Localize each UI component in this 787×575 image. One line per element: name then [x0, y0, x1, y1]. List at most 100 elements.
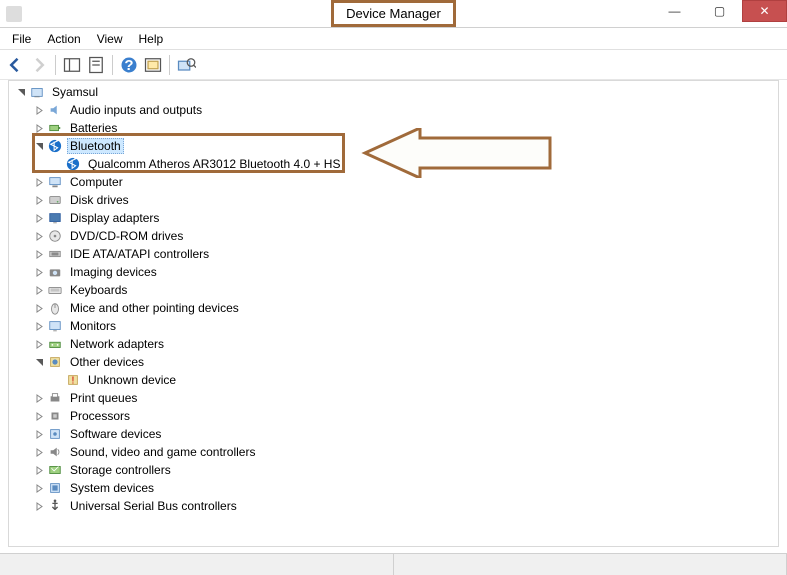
expand-collapse-icon[interactable]	[33, 464, 45, 476]
tree-category-bluetooth[interactable]: Bluetooth	[9, 137, 778, 155]
tree-category-imaging[interactable]: Imaging devices	[9, 263, 778, 281]
monitor-icon	[47, 318, 63, 334]
tree-device-unknown[interactable]: ! Unknown device	[9, 371, 778, 389]
forward-button[interactable]	[28, 54, 50, 76]
expand-collapse-icon[interactable]	[33, 140, 45, 152]
svg-text:!: !	[72, 375, 75, 387]
tree-category-monitor[interactable]: Monitors	[9, 317, 778, 335]
minimize-button[interactable]: —	[652, 0, 697, 22]
expand-collapse-icon[interactable]	[33, 176, 45, 188]
unknown-icon: !	[65, 372, 81, 388]
window-controls: — ▢ ✕	[652, 0, 787, 22]
properties-button[interactable]	[85, 54, 107, 76]
expand-collapse-icon[interactable]	[15, 86, 27, 98]
show-hide-console-tree-button[interactable]	[61, 54, 83, 76]
expand-collapse-icon[interactable]	[33, 500, 45, 512]
imaging-icon	[47, 264, 63, 280]
scan-hardware-button[interactable]	[175, 54, 197, 76]
tree-node-label: Software devices	[67, 426, 164, 442]
expand-collapse-icon[interactable]	[33, 230, 45, 242]
tree-device-bluetooth[interactable]: Qualcomm Atheros AR3012 Bluetooth 4.0 + …	[9, 155, 778, 173]
sound-icon	[47, 444, 63, 460]
tree-category-keyboard[interactable]: Keyboards	[9, 281, 778, 299]
bluetooth-icon	[65, 156, 81, 172]
menu-file[interactable]: File	[4, 30, 39, 48]
menu-help[interactable]: Help	[131, 30, 172, 48]
tree-root[interactable]: Syamsul	[9, 83, 778, 101]
tree-category-network[interactable]: Network adapters	[9, 335, 778, 353]
tree-category-software[interactable]: Software devices	[9, 425, 778, 443]
tree-category-battery[interactable]: Batteries	[9, 119, 778, 137]
expand-collapse-icon[interactable]	[33, 356, 45, 368]
expand-collapse-icon[interactable]	[33, 428, 45, 440]
computer-icon	[47, 174, 63, 190]
tree-node-label: Display adapters	[67, 210, 162, 226]
tree-category-audio[interactable]: Audio inputs and outputs	[9, 101, 778, 119]
tree-node-label: System devices	[67, 480, 157, 496]
toolbar: ?	[0, 50, 787, 80]
tree-node-label: Audio inputs and outputs	[67, 102, 205, 118]
tree-category-usb[interactable]: Universal Serial Bus controllers	[9, 497, 778, 515]
software-icon	[47, 426, 63, 442]
expand-collapse-icon[interactable]	[33, 266, 45, 278]
expand-collapse-icon[interactable]	[33, 320, 45, 332]
tree-node-label: Disk drives	[67, 192, 132, 208]
tree-category-cdrom[interactable]: DVD/CD-ROM drives	[9, 227, 778, 245]
tree-category-other[interactable]: Other devices	[9, 353, 778, 371]
expand-collapse-icon[interactable]	[33, 392, 45, 404]
tree-node-label: Network adapters	[67, 336, 167, 352]
tree-category-disk[interactable]: Disk drives	[9, 191, 778, 209]
tree-category-sound[interactable]: Sound, video and game controllers	[9, 443, 778, 461]
printer-icon	[47, 390, 63, 406]
keyboard-icon	[47, 282, 63, 298]
expand-collapse-icon[interactable]	[33, 122, 45, 134]
tree-category-display[interactable]: Display adapters	[9, 209, 778, 227]
statusbar-cell	[394, 554, 787, 575]
tree-node-label: Sound, video and game controllers	[67, 444, 258, 460]
expand-collapse-icon[interactable]	[33, 446, 45, 458]
menu-view[interactable]: View	[89, 30, 131, 48]
expand-collapse-icon[interactable]	[33, 410, 45, 422]
back-button[interactable]	[4, 54, 26, 76]
maximize-button[interactable]: ▢	[697, 0, 742, 22]
expand-collapse-icon[interactable]	[33, 194, 45, 206]
network-icon	[47, 336, 63, 352]
tree-category-mouse[interactable]: Mice and other pointing devices	[9, 299, 778, 317]
other-icon	[47, 354, 63, 370]
tree-category-system[interactable]: System devices	[9, 479, 778, 497]
tree-category-cpu[interactable]: Processors	[9, 407, 778, 425]
expand-collapse-icon[interactable]	[33, 338, 45, 350]
expand-collapse-icon[interactable]	[51, 374, 63, 386]
close-button[interactable]: ✕	[742, 0, 787, 22]
toolbar-separator	[112, 55, 113, 75]
tree-category-printer[interactable]: Print queues	[9, 389, 778, 407]
menu-action[interactable]: Action	[39, 30, 88, 48]
expand-collapse-icon[interactable]	[33, 284, 45, 296]
device-tree[interactable]: SyamsulAudio inputs and outputs Batteries…	[8, 80, 779, 547]
expand-collapse-icon[interactable]	[51, 158, 63, 170]
menubar: File Action View Help	[0, 28, 787, 50]
mouse-icon	[47, 300, 63, 316]
display-icon	[47, 210, 63, 226]
tree-category-computer[interactable]: Computer	[9, 173, 778, 191]
expand-collapse-icon[interactable]	[33, 248, 45, 260]
usb-icon	[47, 498, 63, 514]
tree-node-label: Computer	[67, 174, 126, 190]
expand-collapse-icon[interactable]	[33, 104, 45, 116]
tree-node-label: Batteries	[67, 120, 120, 136]
tree-category-ide[interactable]: IDE ATA/ATAPI controllers	[9, 245, 778, 263]
expand-collapse-icon[interactable]	[33, 482, 45, 494]
app-icon	[6, 6, 22, 22]
tree-category-storage[interactable]: Storage controllers	[9, 461, 778, 479]
toolbar-separator	[169, 55, 170, 75]
expand-collapse-icon[interactable]	[33, 302, 45, 314]
toolbar-separator	[55, 55, 56, 75]
system-icon	[47, 480, 63, 496]
tree-node-label: Unknown device	[85, 372, 179, 388]
help-button[interactable]: ?	[118, 54, 140, 76]
update-driver-button[interactable]	[142, 54, 164, 76]
expand-collapse-icon[interactable]	[33, 212, 45, 224]
statusbar-cell	[0, 554, 394, 575]
tree-node-label: Mice and other pointing devices	[67, 300, 242, 316]
cpu-icon	[47, 408, 63, 424]
